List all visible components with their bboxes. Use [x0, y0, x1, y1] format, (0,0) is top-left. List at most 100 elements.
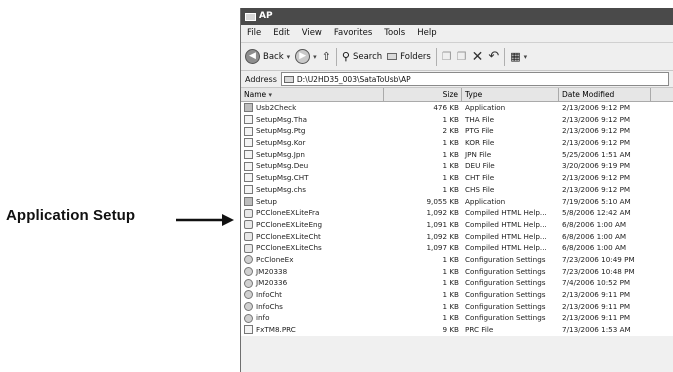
back-button[interactable]: ◀ Back ▾ [245, 49, 290, 64]
file-date: 7/23/2006 10:48 PM [562, 266, 635, 276]
search-button[interactable]: ⚲ Search [342, 50, 382, 63]
column-filler [651, 88, 673, 101]
column-type[interactable]: Type [462, 88, 559, 101]
file-row[interactable]: InfoChs 1 KB Configuration Settings 2/13/20… [241, 301, 673, 313]
file-name-cell: SetupMsg.Jpn [241, 149, 384, 161]
file-type: Configuration Settings [465, 301, 546, 311]
file-size: 1,097 KB [426, 243, 459, 253]
file-name: JM20336 [256, 278, 288, 288]
file-row[interactable]: JM20336 1 KB Configuration Settings 7/4/200… [241, 277, 673, 289]
file-row[interactable]: SetupMsg.CHT 1 KB CHT File 2/13/2006 9:12 P… [241, 172, 673, 184]
file-date: 2/13/2006 9:12 PM [562, 184, 631, 194]
file-date: 7/13/2006 1:53 AM [562, 325, 631, 335]
file-size: 1 KB [442, 254, 459, 264]
app-file-icon [244, 196, 253, 206]
file-type: CHT File [465, 173, 495, 183]
file-type: Application [465, 103, 506, 112]
column-headers: Name ▾ Size Type Date Modified [241, 88, 673, 102]
explorer-window: AP File Edit View Favorites Tools Help ◀… [240, 8, 673, 372]
menu-view[interactable]: View [302, 25, 322, 42]
file-type: Compiled HTML Help... [465, 231, 547, 241]
file-name-cell: info [241, 312, 384, 324]
file-row[interactable]: InfoCht 1 KB Configuration Settings 2/13/20… [241, 289, 673, 301]
file-row[interactable]: SetupMsg.Jpn 1 KB JPN File 5/25/2006 1:51 A… [241, 149, 673, 161]
file-date: 5/25/2006 1:51 AM [562, 149, 631, 159]
file-date: 7/19/2006 5:10 AM [562, 196, 631, 206]
file-row[interactable]: SetupMsg.Kor 1 KB KOR File 2/13/2006 9:12 P… [241, 137, 673, 149]
help-file-icon [244, 231, 253, 241]
menu-edit[interactable]: Edit [273, 25, 289, 42]
toolbar-separator [435, 47, 437, 66]
file-row[interactable]: PCCloneEXLiteChs 1,097 KB Compiled HTML He… [241, 242, 673, 254]
file-row[interactable]: PCCloneEXLiteFra 1,092 KB Compiled HTML He… [241, 207, 673, 219]
file-size: 1 KB [442, 290, 459, 299]
file-date: 2/13/2006 9:11 PM [562, 301, 631, 311]
address-bar: Address D:\U2HD35_003\SataToUsb\AP [241, 71, 673, 88]
up-folder-icon[interactable]: ⇧ [322, 50, 331, 63]
file-row[interactable]: JM20338 1 KB Configuration Settings 7/23/20… [241, 266, 673, 278]
forward-button[interactable]: ▶ ▾ [295, 49, 317, 64]
views-button[interactable]: ▦ ▾ [510, 50, 527, 63]
delete-icon[interactable]: ✕ [472, 49, 484, 65]
file-row[interactable]: info 1 KB Configuration Settings 2/13/2006 … [241, 312, 673, 324]
file-date: 6/8/2006 1:00 AM [562, 219, 627, 229]
move-to-icon[interactable]: ❐ [442, 50, 452, 63]
file-size: 1 KB [442, 173, 459, 183]
file-name-cell: SetupMsg.Ptg [241, 125, 384, 137]
window-title: AP [259, 11, 273, 21]
file-name-cell: PCCloneEXLiteEng [241, 219, 384, 231]
file-type: CHS File [465, 184, 495, 194]
file-row[interactable]: PCCloneEXLiteCht 1,092 KB Compiled HTML He… [241, 231, 673, 243]
column-date[interactable]: Date Modified [559, 88, 651, 101]
menu-favorites[interactable]: Favorites [334, 25, 372, 42]
menu-file[interactable]: File [247, 25, 261, 42]
toolbar: ◀ Back ▾ ▶ ▾ ⇧ ⚲ Search Folders ❐ ❐ ✕ ↶ … [241, 43, 673, 71]
file-name: PCCloneEXLiteChs [256, 243, 322, 253]
file-size: 1,092 KB [426, 231, 459, 241]
file-row[interactable]: Usb2Check 476 KB Application 2/13/2006 9:12… [241, 102, 673, 114]
undo-icon[interactable]: ↶ [488, 49, 499, 64]
file-type: JPN File [465, 149, 492, 159]
file-type: THA File [465, 114, 495, 124]
copy-to-icon[interactable]: ❐ [457, 50, 467, 63]
file-name-cell: JM20338 [241, 266, 384, 278]
file-size: 1 KB [442, 149, 459, 159]
file-row[interactable]: Setup 9,055 KB Application 7/19/2006 5:10 A… [241, 196, 673, 208]
file-name: PcCloneEx [256, 254, 294, 264]
cfg-file-icon [244, 278, 253, 288]
toolbar-separator [335, 47, 337, 66]
file-row[interactable]: SetupMsg.chs 1 KB CHS File 2/13/2006 9:12 P… [241, 184, 673, 196]
file-row[interactable]: SetupMsg.Deu 1 KB DEU File 3/20/2006 9:19 P… [241, 160, 673, 172]
address-field[interactable]: D:\U2HD35_003\SataToUsb\AP [280, 72, 669, 86]
menu-help[interactable]: Help [417, 25, 436, 42]
file-row[interactable]: SetupMsg.Tha 1 KB THA File 2/13/2006 9:12 P… [241, 114, 673, 126]
file-type: Compiled HTML Help... [465, 243, 547, 253]
file-name-cell: SetupMsg.chs [241, 184, 384, 196]
file-row[interactable]: PCCloneEXLiteEng 1,091 KB Compiled HTML He… [241, 219, 673, 231]
folders-label: Folders [400, 51, 431, 62]
dropdown-icon: ▾ [523, 52, 528, 61]
file-type: PTG File [465, 126, 494, 136]
file-row[interactable]: PcCloneEx 1 KB Configuration Settings 7/23/… [241, 254, 673, 266]
column-name[interactable]: Name ▾ [241, 88, 384, 101]
file-type: Compiled HTML Help... [465, 208, 547, 218]
file-type: Configuration Settings [465, 290, 546, 299]
file-name-cell: Usb2Check [241, 102, 384, 114]
file-size: 1,091 KB [426, 219, 459, 229]
file-file-icon [244, 173, 253, 183]
back-arrow-icon: ◀ [245, 49, 260, 64]
column-size[interactable]: Size [384, 88, 462, 101]
file-type: Configuration Settings [465, 278, 546, 288]
file-name: SetupMsg.CHT [256, 173, 309, 183]
callout-label: Application Setup [6, 207, 136, 224]
folders-button[interactable]: Folders [387, 52, 431, 62]
forward-arrow-icon: ▶ [295, 49, 311, 64]
file-row[interactable]: SetupMsg.Ptg 2 KB PTG File 2/13/2006 9:12 P… [241, 125, 673, 137]
back-label: Back [263, 51, 284, 62]
folder-icon [245, 12, 256, 21]
file-row[interactable]: FxTM8.PRC 9 KB PRC File 7/13/2006 1:53 AM [241, 324, 673, 336]
views-icon: ▦ [510, 50, 521, 63]
file-name-cell: JM20336 [241, 277, 384, 289]
file-size: 1 KB [442, 301, 459, 311]
menu-tools[interactable]: Tools [384, 25, 405, 42]
